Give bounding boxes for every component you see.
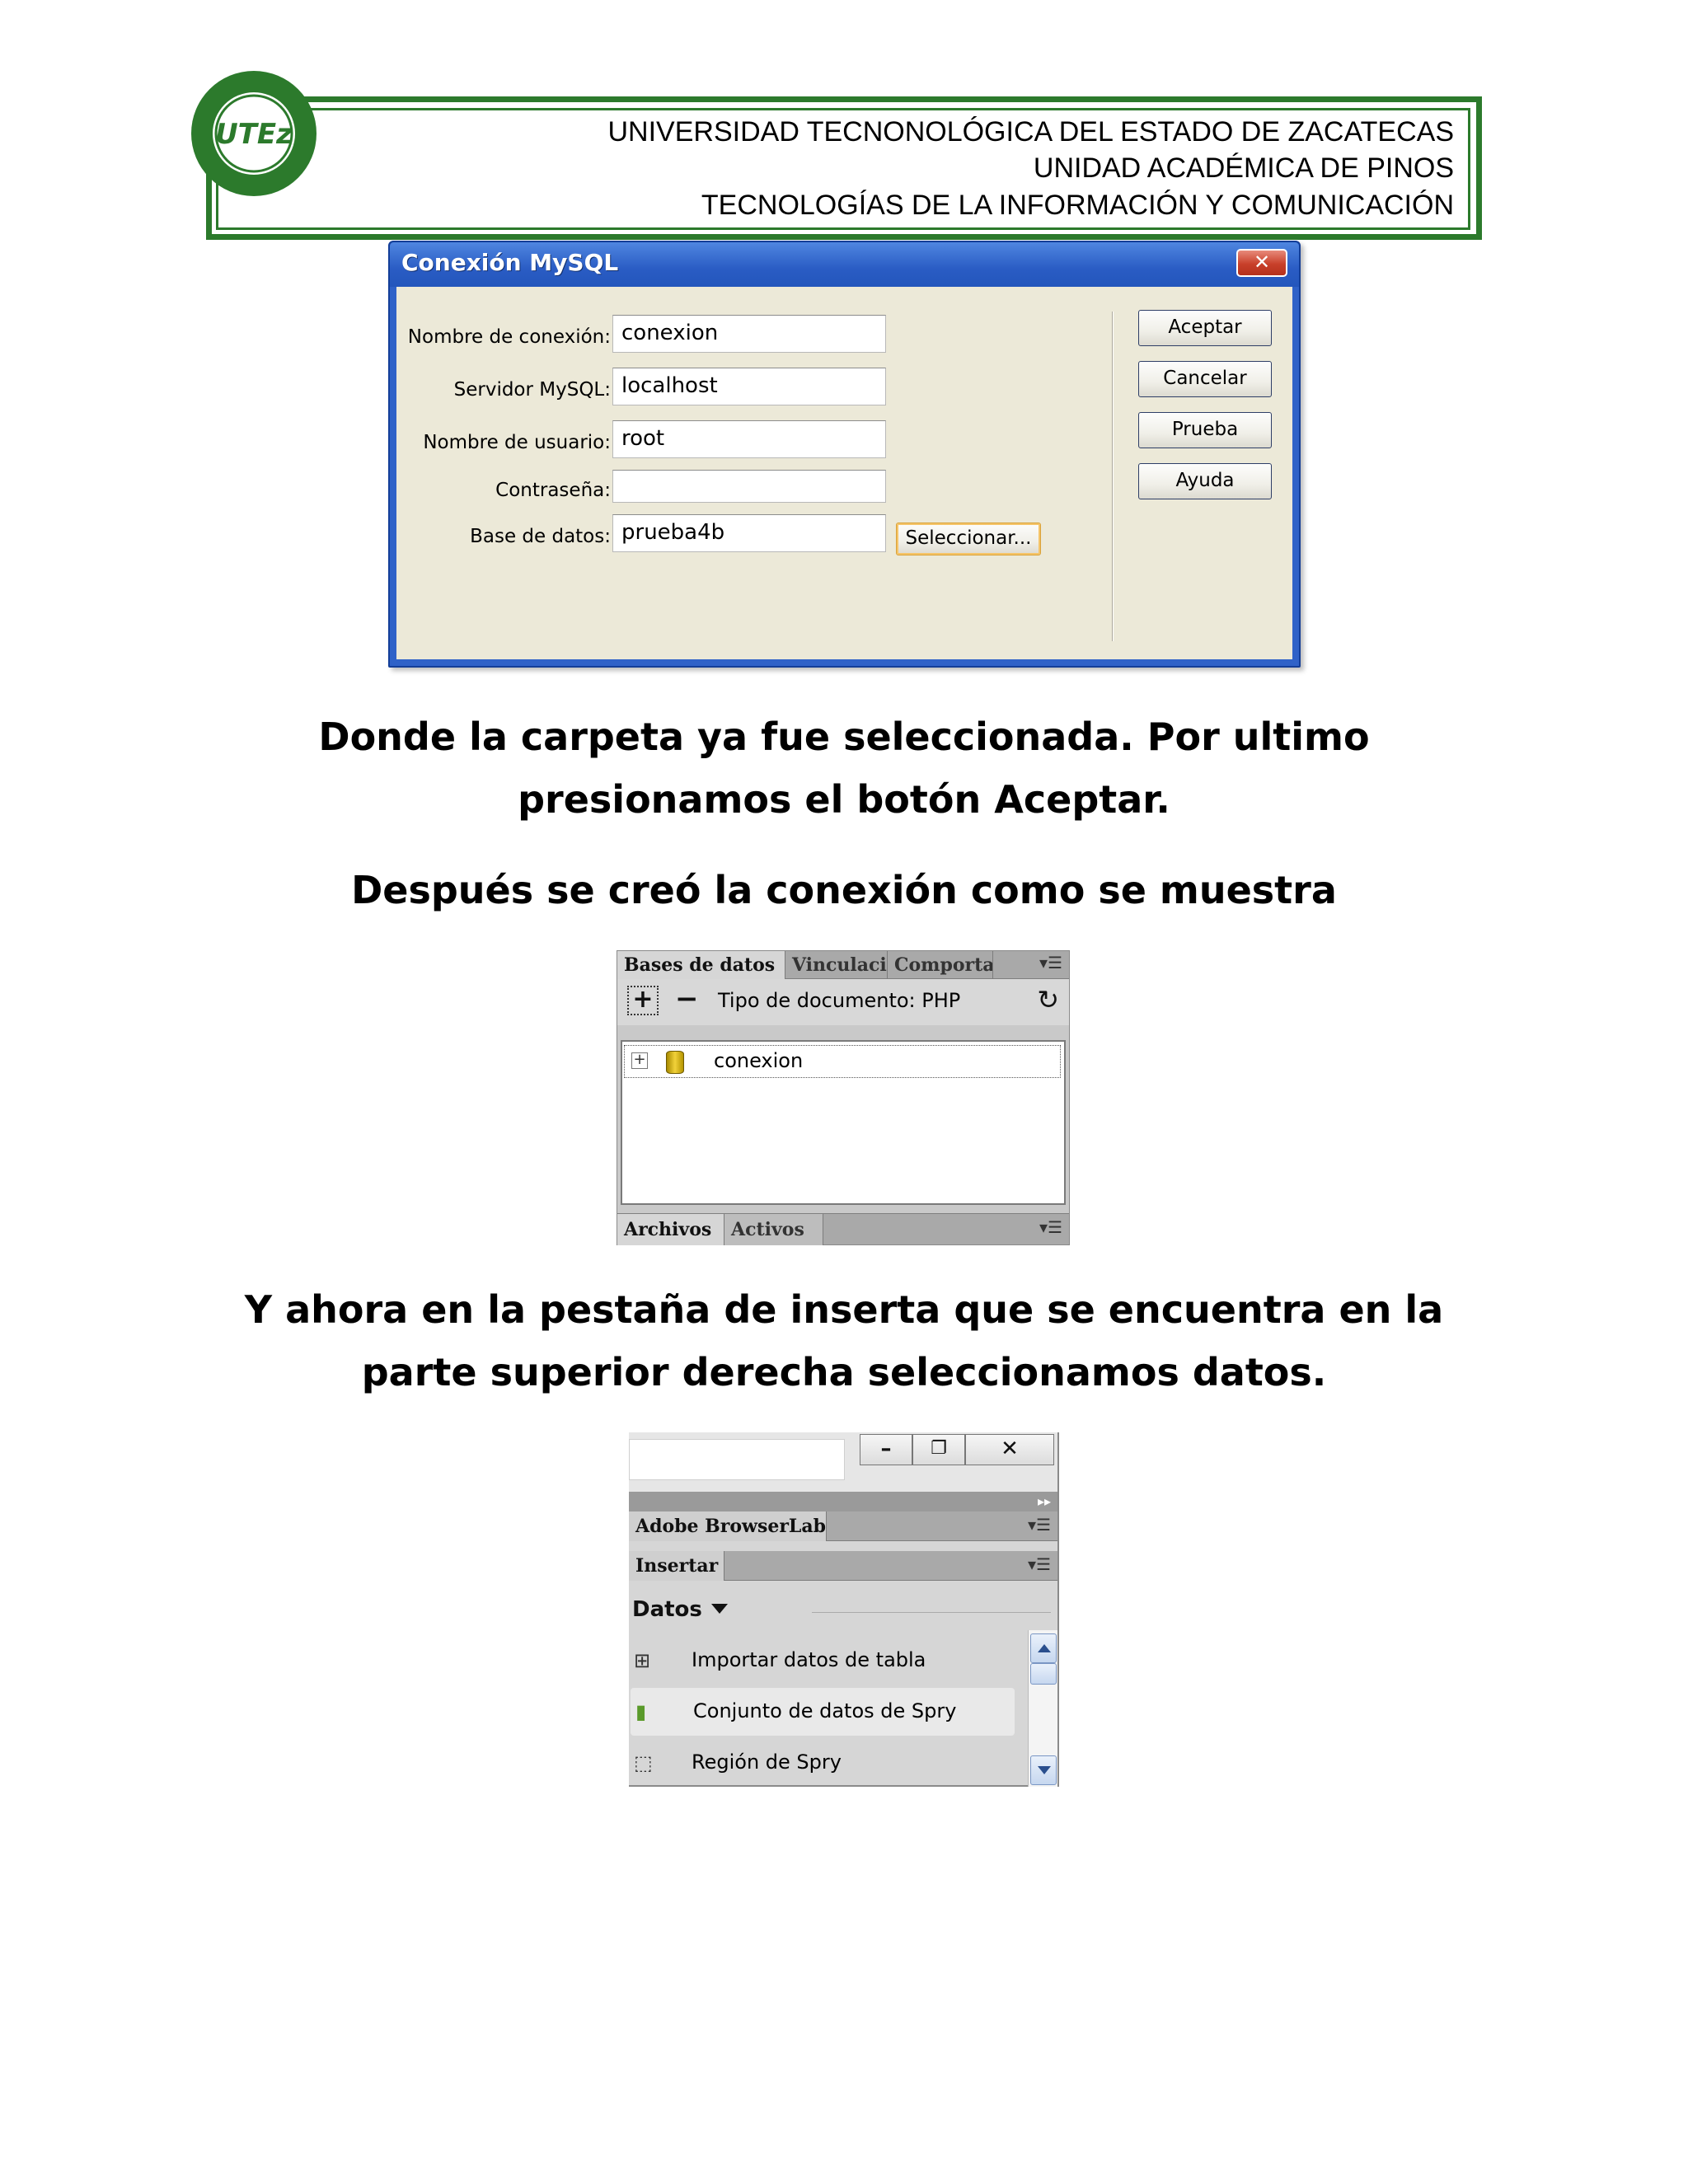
database-input[interactable]: prueba4b bbox=[612, 514, 886, 552]
header-university: UNIVERSIDAD TECNONOLÓGICA DEL ESTADO DE … bbox=[607, 116, 1455, 148]
databases-toolbar: + − Tipo de documento: PHP ↻ bbox=[617, 979, 1069, 1025]
paragraph-connection-created: Después se creó la conexión como se mues… bbox=[351, 868, 1337, 912]
dialog-body: Nombre de conexión: conexion Servidor My… bbox=[396, 287, 1292, 659]
paragraph-line: Y ahora en la pestaña de inserta que se … bbox=[244, 1287, 1444, 1332]
header-unit: UNIDAD ACADÉMICA DE PINOS bbox=[1033, 152, 1454, 184]
select-database-button[interactable]: Seleccionar... bbox=[896, 523, 1041, 555]
insert-bar: Insertar ▾☰ bbox=[629, 1551, 1057, 1581]
insert-item-import-table-data[interactable]: ⊞ Importar datos de tabla bbox=[629, 1637, 1016, 1685]
search-box[interactable] bbox=[629, 1439, 845, 1480]
database-label: Base de datos: bbox=[470, 526, 611, 547]
tab-behaviors[interactable]: Comporta bbox=[888, 951, 993, 979]
database-icon bbox=[666, 1051, 684, 1074]
refresh-icon[interactable]: ↻ bbox=[1037, 984, 1059, 1015]
insert-item-label: Conjunto de datos de Spry bbox=[693, 1699, 957, 1722]
paragraph-line: presionamos el botón Aceptar. bbox=[518, 777, 1170, 822]
panel-options-icon[interactable]: ▾☰ bbox=[1028, 1515, 1051, 1535]
close-icon[interactable]: ✕ bbox=[965, 1434, 1054, 1465]
tab-files[interactable]: Archivos bbox=[617, 1214, 724, 1245]
insert-panel: – ❐ ✕ ▸▸ Adobe BrowserLab ▾☰ Insertar ▾☰… bbox=[629, 1432, 1059, 1787]
connection-name-label: Nombre de conexión: bbox=[407, 326, 611, 348]
tab-assets[interactable]: Activos bbox=[724, 1214, 823, 1245]
tab-databases[interactable]: Bases de datos bbox=[617, 951, 785, 979]
scroll-thumb[interactable] bbox=[1030, 1663, 1057, 1685]
scroll-down-button[interactable] bbox=[1030, 1755, 1057, 1785]
mysql-connection-dialog: Conexión MySQL ✕ Nombre de conexión: con… bbox=[388, 241, 1301, 668]
minimize-icon[interactable]: – bbox=[860, 1434, 912, 1465]
dialog-separator bbox=[1112, 312, 1114, 641]
help-button[interactable]: Ayuda bbox=[1138, 463, 1272, 499]
ok-button[interactable]: Aceptar bbox=[1138, 310, 1272, 346]
svg-text:UTEz: UTEz bbox=[215, 118, 293, 151]
section-divider bbox=[812, 1612, 1051, 1613]
dialog-titlebar[interactable]: Conexión MySQL ✕ bbox=[390, 242, 1299, 287]
password-input[interactable] bbox=[612, 470, 886, 503]
tab-bindings[interactable]: Vinculaci bbox=[785, 951, 888, 979]
insert-item-spry-dataset[interactable]: ▮ Conjunto de datos de Spry bbox=[631, 1688, 1015, 1736]
paragraph-selected-folder: Donde la carpeta ya fue seleccionada. Po… bbox=[165, 705, 1523, 831]
connection-name: conexion bbox=[714, 1049, 804, 1072]
browserlab-bar: Adobe BrowserLab ▾☰ bbox=[629, 1511, 1057, 1541]
password-label: Contraseña: bbox=[495, 480, 611, 501]
header-program: TECNOLOGÍAS DE LA INFORMACIÓN Y COMUNICA… bbox=[701, 190, 1454, 221]
utez-logo: UTEz bbox=[191, 71, 316, 196]
panel-options-icon[interactable]: ▾☰ bbox=[1039, 1217, 1062, 1237]
document-type-label: Tipo de documento: PHP bbox=[718, 989, 961, 1012]
dialog-title: Conexión MySQL bbox=[401, 249, 619, 276]
panel-options-icon[interactable]: ▾☰ bbox=[1039, 953, 1062, 972]
close-icon[interactable]: ✕ bbox=[1236, 249, 1287, 277]
tab-insert[interactable]: Insertar bbox=[629, 1551, 724, 1581]
tree-row-connection[interactable]: + conexion bbox=[624, 1045, 1061, 1078]
spry-dataset-icon: ▮ bbox=[635, 1700, 647, 1723]
insert-item-spry-region[interactable]: ⬚ Región de Spry bbox=[629, 1739, 1016, 1787]
plus-icon[interactable]: + bbox=[627, 986, 659, 1015]
panel-options-icon[interactable]: ▾☰ bbox=[1028, 1554, 1051, 1574]
mysql-server-label: Servidor MySQL: bbox=[453, 379, 611, 401]
window-top-area: – ❐ ✕ bbox=[629, 1432, 1057, 1492]
chevron-down-icon[interactable] bbox=[711, 1604, 728, 1614]
paragraph-insert-tab: Y ahora en la pestaña de inserta que se … bbox=[165, 1278, 1523, 1404]
tab-adobe-browserlab[interactable]: Adobe BrowserLab bbox=[629, 1511, 827, 1541]
insert-item-label: Región de Spry bbox=[692, 1750, 842, 1774]
expand-panels-icon[interactable]: ▸▸ bbox=[629, 1492, 1057, 1511]
restore-icon[interactable]: ❐ bbox=[912, 1434, 965, 1465]
vertical-scrollbar[interactable] bbox=[1028, 1630, 1057, 1787]
cancel-button[interactable]: Cancelar bbox=[1138, 361, 1272, 397]
import-table-icon: ⊞ bbox=[634, 1649, 651, 1672]
insert-item-label: Importar datos de tabla bbox=[692, 1648, 926, 1671]
expand-icon[interactable]: + bbox=[631, 1052, 648, 1069]
insert-category-select[interactable]: Datos bbox=[632, 1597, 702, 1622]
paragraph-line: Donde la carpeta ya fue seleccionada. Po… bbox=[318, 715, 1370, 759]
mysql-server-input[interactable]: localhost bbox=[612, 368, 886, 405]
username-input[interactable]: root bbox=[612, 420, 886, 458]
spry-region-icon: ⬚ bbox=[634, 1751, 653, 1774]
databases-panel: Bases de datos Vinculaci Comporta ▾☰ + −… bbox=[617, 950, 1070, 1245]
username-label: Nombre de usuario: bbox=[423, 432, 611, 453]
connections-tree: + conexion bbox=[621, 1040, 1066, 1205]
test-button[interactable]: Prueba bbox=[1138, 412, 1272, 448]
panel-tab-bar: Bases de datos Vinculaci Comporta ▾☰ bbox=[617, 951, 1069, 979]
bottom-tab-bar: Archivos Activos ▾☰ bbox=[617, 1213, 1069, 1245]
minus-icon[interactable]: − bbox=[675, 982, 699, 1015]
paragraph-line: parte superior derecha seleccionamos dat… bbox=[361, 1350, 1327, 1394]
connection-name-input[interactable]: conexion bbox=[612, 315, 886, 353]
scroll-up-button[interactable] bbox=[1030, 1633, 1057, 1663]
